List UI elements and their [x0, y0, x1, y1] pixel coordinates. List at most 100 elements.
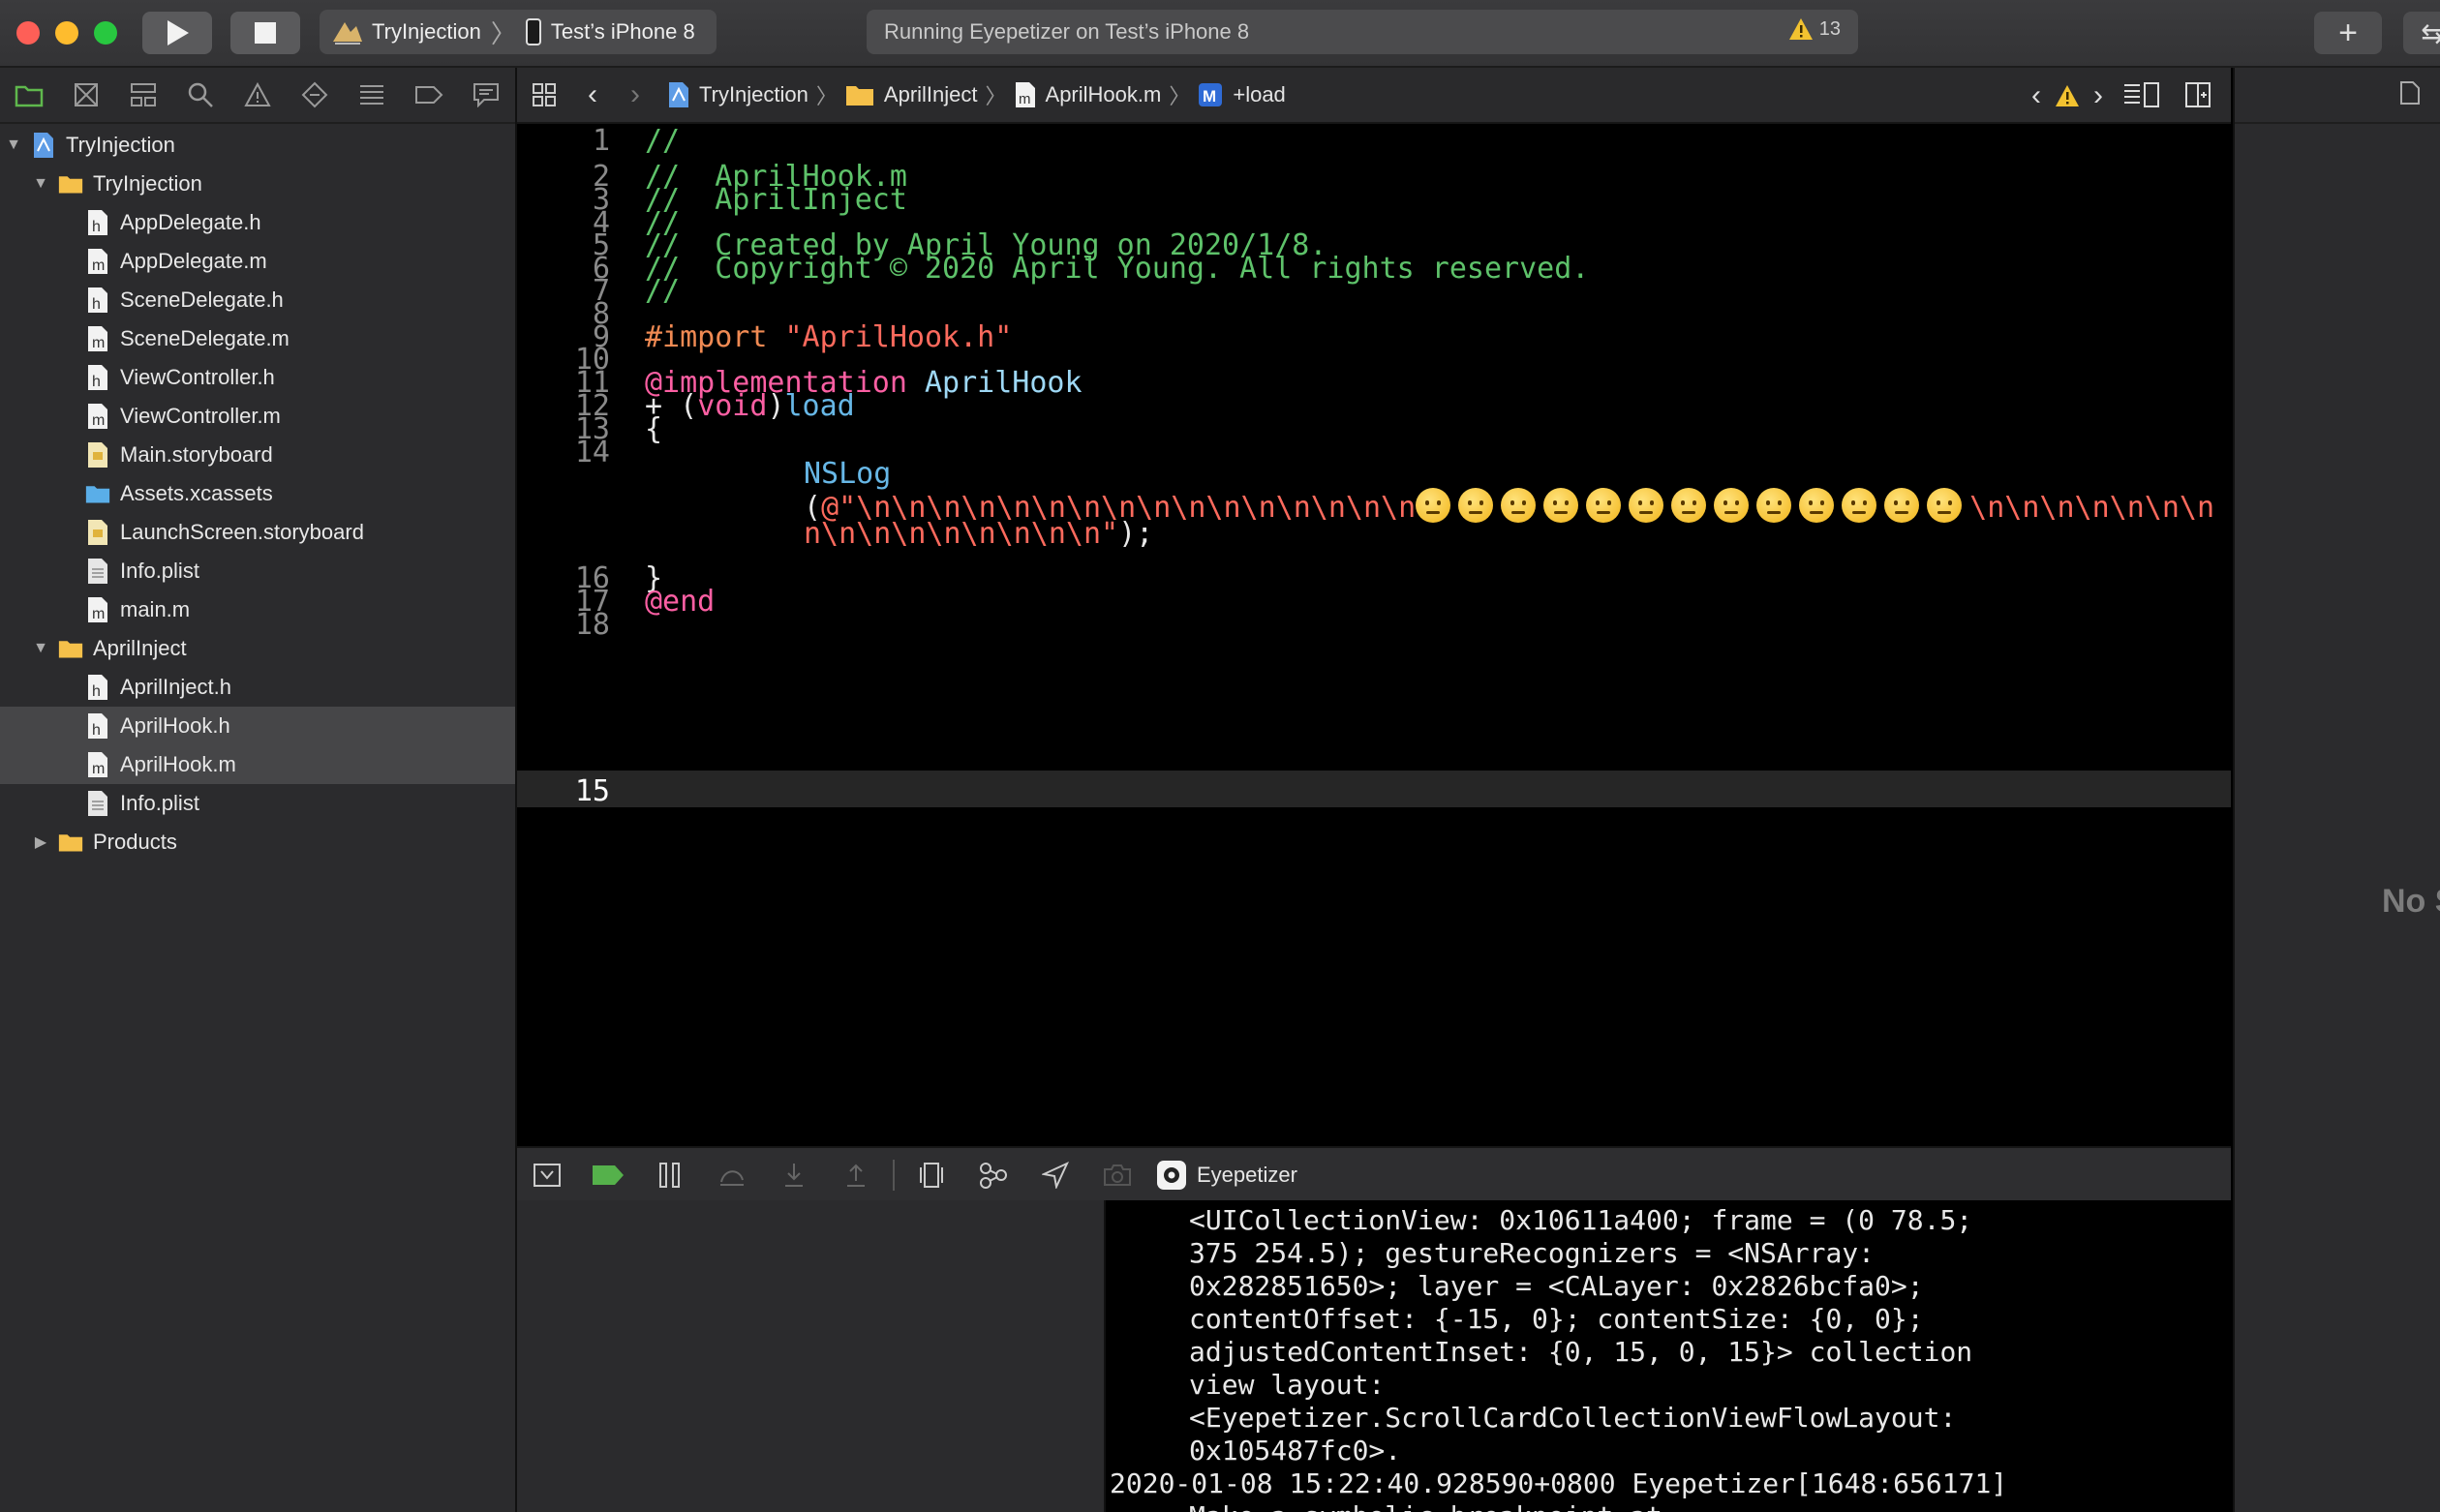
debug-memory-graph-button[interactable] — [962, 1148, 1024, 1202]
related-items-button[interactable] — [517, 82, 571, 107]
navigator-item[interactable]: ▼ AprilInject — [0, 629, 515, 668]
disclosure-open-icon[interactable]: ▼ — [4, 136, 23, 155]
go-back-button[interactable]: ‹ — [571, 78, 614, 111]
breakpoints-toggle-button[interactable] — [577, 1148, 639, 1202]
source-control-navigator-tab[interactable] — [57, 68, 114, 122]
file-type-icon: m — [85, 751, 110, 778]
navigator-item[interactable]: Info.plist — [0, 784, 515, 823]
navigator-item[interactable]: LaunchScreen.storyboard — [0, 513, 515, 552]
symbol-navigator-tab[interactable] — [114, 68, 171, 122]
nslog-function: NSLog — [804, 457, 892, 491]
line-number[interactable]: 14 — [575, 436, 610, 469]
find-navigator-tab[interactable] — [171, 68, 229, 122]
debug-navigator-tab[interactable] — [344, 68, 401, 122]
debug-view-hierarchy-button[interactable] — [900, 1148, 962, 1202]
run-button[interactable] — [142, 12, 212, 54]
close-window-button[interactable] — [16, 21, 40, 45]
breadcrumb-symbol[interactable]: +load — [1233, 82, 1285, 107]
step-out-button[interactable] — [825, 1148, 887, 1202]
navigator-item-label: LaunchScreen.storyboard — [120, 520, 364, 544]
stop-button[interactable] — [230, 12, 300, 54]
hide-debug-area-button[interactable] — [517, 1148, 577, 1202]
current-line-highlight — [517, 771, 2231, 807]
chevron-right-icon[interactable]: › — [2093, 79, 2103, 112]
toolbar-divider — [893, 1160, 895, 1191]
issue-navigator-tab[interactable] — [229, 68, 286, 122]
navigator-item[interactable]: Main.storyboard — [0, 436, 515, 474]
zoom-window-button[interactable] — [94, 21, 117, 45]
no-mouth-face-emoji-icon — [1543, 488, 1579, 523]
disclosure-open-icon[interactable]: ▼ — [31, 639, 50, 658]
minimize-window-button[interactable] — [55, 21, 78, 45]
line-number[interactable]: 1 — [593, 124, 610, 158]
m-file-icon: m — [88, 249, 107, 274]
console-line: <UICollectionView: 0x10611a400; frame = … — [1189, 1204, 1973, 1236]
warning-icon[interactable] — [2055, 84, 2080, 107]
split-editor-icon — [2185, 82, 2211, 107]
line-number[interactable]: 15 — [575, 774, 610, 808]
svg-text:h: h — [92, 374, 101, 390]
chevron-left-icon: ‹ — [588, 78, 597, 110]
editor-options-button[interactable]: ⇆ — [2403, 12, 2440, 54]
process-selector[interactable]: Eyepetizer — [1156, 1160, 1297, 1191]
disclosure-closed-icon[interactable]: ▶ — [31, 832, 50, 852]
test-navigator-tab[interactable] — [287, 68, 344, 122]
pause-button[interactable] — [639, 1148, 701, 1202]
navigator-item[interactable]: h ViewController.h — [0, 358, 515, 397]
file-type-icon: m — [85, 596, 110, 623]
navigator-item[interactable]: m main.m — [0, 590, 515, 629]
simulate-location-button[interactable] — [1024, 1148, 1086, 1202]
step-into-button[interactable] — [763, 1148, 825, 1202]
file-inspector-tab[interactable] — [2399, 80, 2421, 110]
no-mouth-face-emoji-icon — [1671, 488, 1707, 523]
project-navigator-tab[interactable] — [0, 68, 57, 122]
authors-view-button[interactable] — [2122, 81, 2161, 114]
navigator-item[interactable]: m SceneDelegate.m — [0, 319, 515, 358]
file-type-icon — [31, 132, 56, 159]
report-navigator-tab[interactable] — [458, 68, 515, 122]
breadcrumb-group[interactable]: AprilInject — [884, 82, 978, 107]
source-editor[interactable]: 1 2 3 4 5 6 7 8 9 10 11 12 13 14 15 16 17 18 // // AprilH… — [517, 124, 2231, 1144]
navigator-item[interactable]: ▼ TryInjection — [0, 126, 515, 165]
storyboard-file-icon — [88, 520, 107, 545]
console-output[interactable]: <UICollectionView: 0x10611a400; frame = … — [1106, 1200, 2231, 1512]
chevron-right-icon: 〉 — [490, 18, 516, 48]
line-number[interactable]: 18 — [575, 608, 610, 642]
warning-indicator[interactable]: 13 — [1788, 17, 1841, 41]
variables-view[interactable] — [517, 1200, 1106, 1512]
scheme-selector[interactable]: TryInjection 〉 Test’s iPhone 8 — [320, 10, 717, 54]
warning-icon — [1788, 18, 1813, 40]
add-editor-button[interactable] — [2184, 81, 2211, 114]
go-forward-button[interactable]: › — [614, 78, 656, 111]
navigator-item[interactable]: h AppDelegate.h — [0, 203, 515, 242]
navigator-item[interactable]: ▼ TryInjection — [0, 165, 515, 203]
step-over-button[interactable] — [701, 1148, 763, 1202]
navigator-item[interactable]: m AppDelegate.m — [0, 242, 515, 281]
navigator-item[interactable]: m ViewController.m — [0, 397, 515, 436]
navigator-item[interactable]: Info.plist — [0, 552, 515, 590]
disclosure-open-icon[interactable]: ▼ — [31, 174, 50, 194]
library-add-button[interactable]: + — [2314, 12, 2382, 54]
navigator-item[interactable]: ▶ Products — [0, 823, 515, 862]
m-file-icon: m — [88, 597, 107, 622]
chevron-left-icon[interactable]: ‹ — [2031, 79, 2041, 112]
navigator-item[interactable]: h AprilHook.h — [0, 707, 515, 745]
file-type-icon — [58, 829, 83, 856]
navigator-item[interactable]: m AprilHook.m — [0, 745, 515, 784]
diamond-icon — [301, 81, 328, 108]
navigator-item[interactable]: h SceneDelegate.h — [0, 281, 515, 319]
navigator-item[interactable]: h AprilInject.h — [0, 668, 515, 707]
navigator-item[interactable]: Assets.xcassets — [0, 474, 515, 513]
assets-folder-icon — [85, 486, 110, 503]
console-line: adjustedContentInset: {0, 15, 0, 15}> co… — [1189, 1336, 1973, 1368]
capture-screenshot-button[interactable] — [1086, 1148, 1148, 1202]
no-selection-label: No S — [2382, 883, 2440, 920]
breakpoint-navigator-tab[interactable] — [401, 68, 458, 122]
svg-text:m: m — [92, 606, 105, 622]
chevron-right-icon: 〉 — [815, 84, 838, 108]
breadcrumb-project[interactable]: TryInjection — [699, 82, 808, 107]
breadcrumb-file[interactable]: AprilHook.m — [1046, 82, 1162, 107]
